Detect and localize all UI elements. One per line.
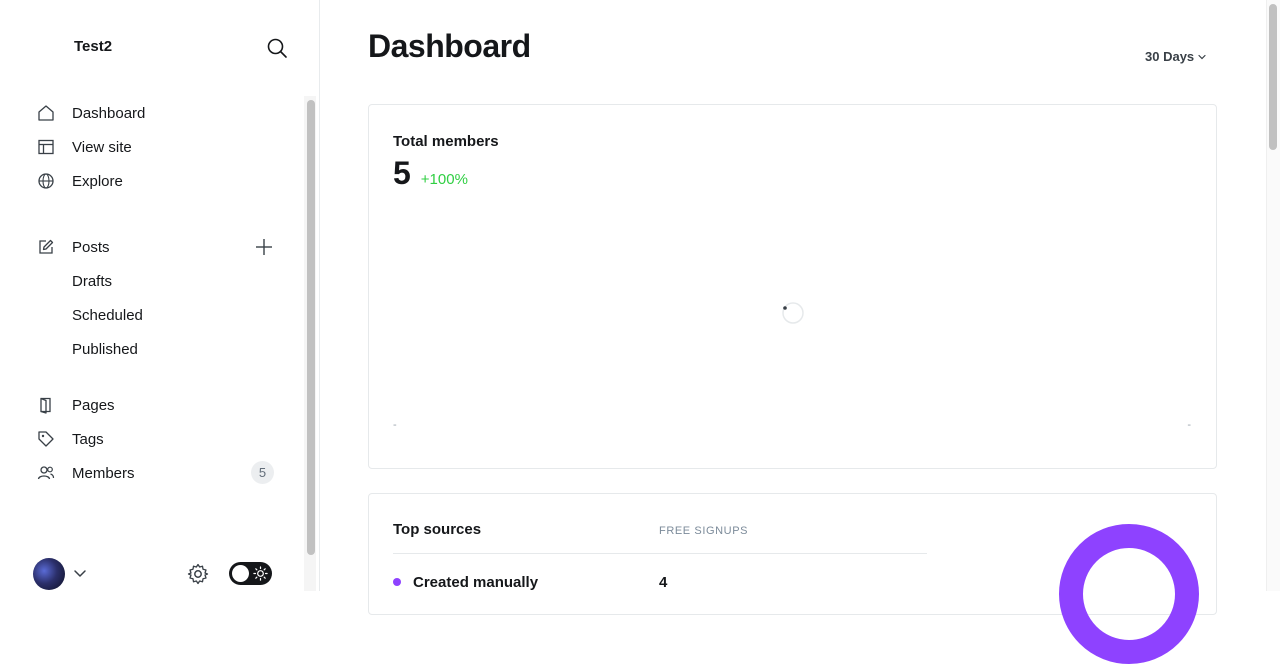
card-title: Total members: [393, 133, 499, 150]
legend-dot: [393, 578, 401, 586]
globe-icon: [36, 171, 56, 191]
chart-axis-end: -: [1187, 419, 1191, 431]
layout-icon: [36, 137, 56, 157]
sidebar-item-dashboard[interactable]: Dashboard: [36, 99, 276, 127]
card-title: Top sources: [393, 521, 482, 538]
search-icon[interactable]: [266, 37, 288, 59]
site-title[interactable]: Test2: [74, 38, 112, 55]
sidebar-item-label: Explore: [72, 172, 123, 190]
sidebar-item-tags[interactable]: Tags: [36, 425, 276, 453]
sidebar-item-published[interactable]: Published: [72, 337, 138, 361]
sidebar-item-label: Tags: [72, 430, 104, 448]
table-row: Created manually 4: [393, 572, 927, 592]
loading-spinner-icon: [782, 302, 804, 324]
pages-icon: [36, 395, 56, 415]
sidebar-item-label: View site: [72, 138, 132, 156]
members-count-badge: 5: [251, 461, 274, 484]
source-name: Created manually: [413, 573, 539, 591]
chevron-down-icon: [1198, 54, 1206, 59]
sidebar-item-posts[interactable]: Posts: [36, 233, 276, 261]
page-title: Dashboard: [368, 28, 531, 64]
edit-icon: [36, 237, 56, 257]
sidebar-item-explore[interactable]: Explore: [36, 167, 276, 195]
sidebar-item-label: Posts: [72, 238, 110, 256]
date-range-label: 30 Days: [1145, 49, 1195, 64]
dark-mode-toggle[interactable]: [229, 562, 272, 585]
tag-icon: [36, 429, 56, 449]
members-delta: +100%: [420, 171, 468, 188]
column-header: FREE SIGNUPS: [659, 525, 749, 537]
total-members-card: Total members 5 +100% - -: [368, 104, 1217, 469]
page-scrollbar-thumb[interactable]: [1269, 4, 1277, 150]
sun-icon: [253, 566, 268, 581]
top-sources-card: Top sources FREE SIGNUPS Created manuall…: [368, 493, 1217, 664]
sidebar: Test2 Dashboard View site Explore Posts …: [0, 0, 320, 591]
sidebar-item-pages[interactable]: Pages: [36, 391, 276, 419]
chart-axis-start: -: [393, 419, 397, 431]
members-metric: 5 +100%: [393, 155, 468, 192]
avatar[interactable]: [33, 558, 65, 590]
sidebar-scrollbar-thumb[interactable]: [307, 100, 315, 555]
gear-icon[interactable]: [186, 562, 210, 586]
sidebar-item-view-site[interactable]: View site: [36, 133, 276, 161]
sidebar-item-scheduled[interactable]: Scheduled: [72, 303, 143, 327]
home-icon: [36, 103, 56, 123]
sidebar-item-members[interactable]: Members: [36, 459, 276, 487]
plus-icon[interactable]: [253, 236, 275, 258]
date-range-select[interactable]: 30 Days: [1145, 49, 1206, 64]
members-value: 5: [393, 155, 411, 191]
sidebar-item-label: Pages: [72, 396, 115, 414]
users-icon: [36, 463, 56, 483]
source-count: 4: [659, 573, 668, 591]
sources-donut-chart: [1059, 524, 1199, 664]
sidebar-item-drafts[interactable]: Drafts: [72, 269, 112, 293]
toggle-knob: [232, 565, 249, 582]
chevron-down-icon[interactable]: [73, 566, 87, 580]
sidebar-item-label: Members: [72, 464, 135, 482]
divider: [393, 553, 927, 554]
sidebar-item-label: Dashboard: [72, 104, 146, 122]
